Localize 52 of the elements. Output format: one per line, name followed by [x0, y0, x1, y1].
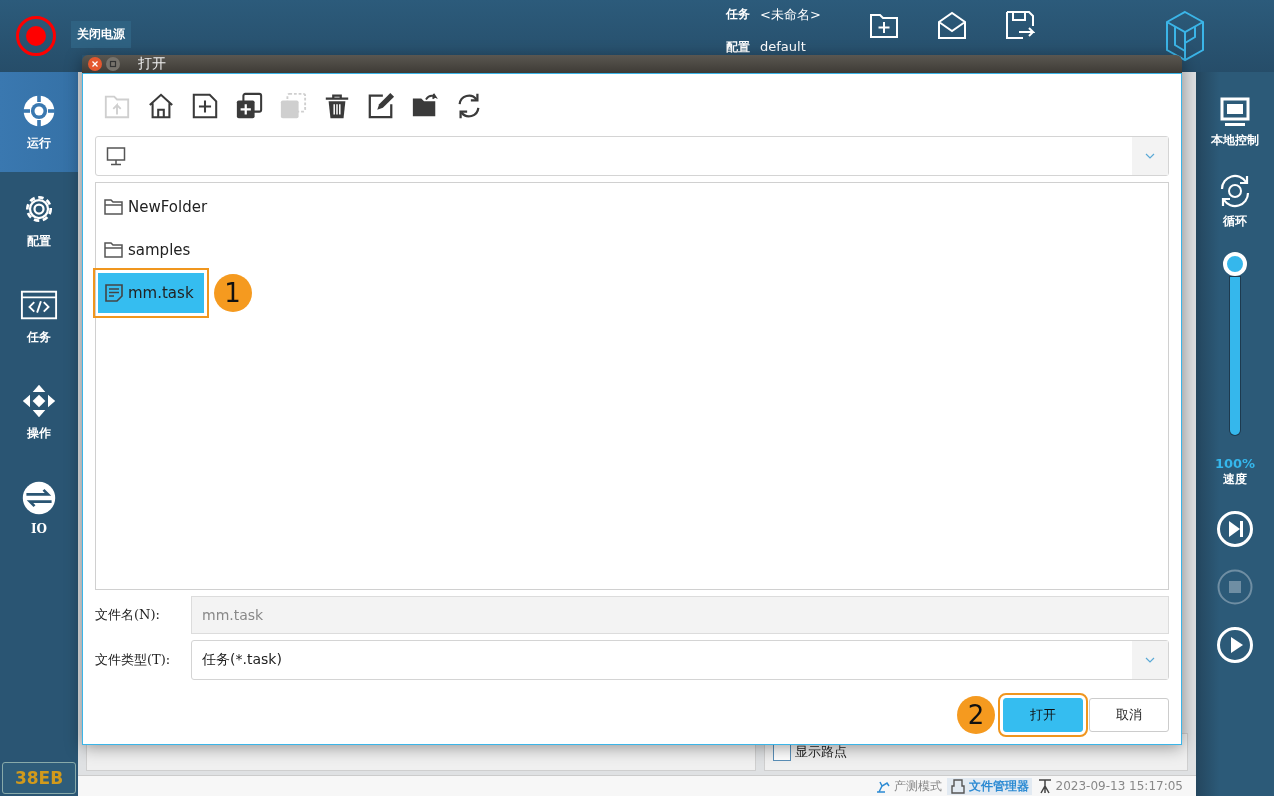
loop-button[interactable]: 循环 — [1217, 149, 1253, 230]
skip-forward-icon[interactable] — [1216, 510, 1254, 548]
step-marker: 2 — [957, 696, 995, 734]
filename-label: 文件名(N): — [95, 606, 161, 624]
add-file-icon[interactable] — [191, 92, 219, 120]
chevron-down-icon — [1145, 657, 1155, 663]
speed-value: 100% — [1214, 456, 1256, 471]
chevron-down-icon — [1145, 153, 1155, 159]
dialog-button[interactable]: 取消 — [1089, 698, 1169, 732]
folder-icon — [104, 196, 124, 217]
swap-arrows-icon — [20, 480, 58, 516]
monitor-icon — [1219, 96, 1251, 128]
task-label: 任务 — [726, 6, 750, 23]
folder-icon — [104, 239, 124, 260]
filetype-label: 文件类型(T): — [95, 651, 172, 669]
power-off-label: 关闭电源 — [71, 21, 131, 48]
checkbox-label: 显示路点 — [795, 743, 847, 761]
envelope-icon — [936, 10, 967, 40]
device-id-badge: 38EB — [2, 762, 76, 794]
step-marker: 1 — [213, 273, 252, 312]
dialog-title: 打开 — [138, 55, 166, 73]
home-icon[interactable] — [147, 92, 175, 120]
cube-logo-icon — [1164, 10, 1205, 62]
slider-thumb[interactable] — [1223, 252, 1247, 276]
floppy-disk-icon — [1004, 10, 1035, 40]
usb-drive-icon — [949, 778, 966, 794]
edit-icon[interactable] — [367, 92, 395, 120]
close-icon[interactable] — [88, 57, 102, 71]
antenna-icon — [1036, 778, 1053, 794]
nav-item[interactable]: 运行 — [0, 72, 78, 172]
computer-icon — [106, 146, 126, 166]
target-icon — [20, 92, 58, 129]
local-control-button[interactable]: 本地控制 — [1211, 72, 1259, 149]
duplicate-icon[interactable] — [235, 92, 263, 120]
play-icon[interactable] — [1216, 626, 1254, 664]
file-item[interactable]: NewFolder — [98, 186, 218, 227]
slider-track[interactable] — [1229, 276, 1241, 436]
trash-icon[interactable] — [323, 92, 351, 120]
move-arrows-icon — [20, 382, 58, 419]
speed-label: 速度 — [1223, 471, 1247, 488]
nav-item[interactable]: 任务 — [0, 268, 78, 364]
date-time: 2023-09-13 15:17:05 — [1055, 779, 1183, 793]
config-label: 配置 — [726, 39, 750, 56]
nav-item[interactable]: 操作 — [0, 364, 78, 460]
config-name: default — [760, 39, 807, 56]
mode-label: 产测模式 — [893, 777, 942, 795]
task-name: <未命名> — [760, 6, 821, 24]
file-item[interactable]: samples — [98, 229, 201, 270]
nav-item[interactable]: IO — [0, 460, 78, 556]
document-icon — [104, 282, 124, 303]
nav-item[interactable]: 配置 — [0, 172, 78, 268]
filetype-dropdown[interactable]: 任务(*.task) — [191, 640, 1169, 680]
